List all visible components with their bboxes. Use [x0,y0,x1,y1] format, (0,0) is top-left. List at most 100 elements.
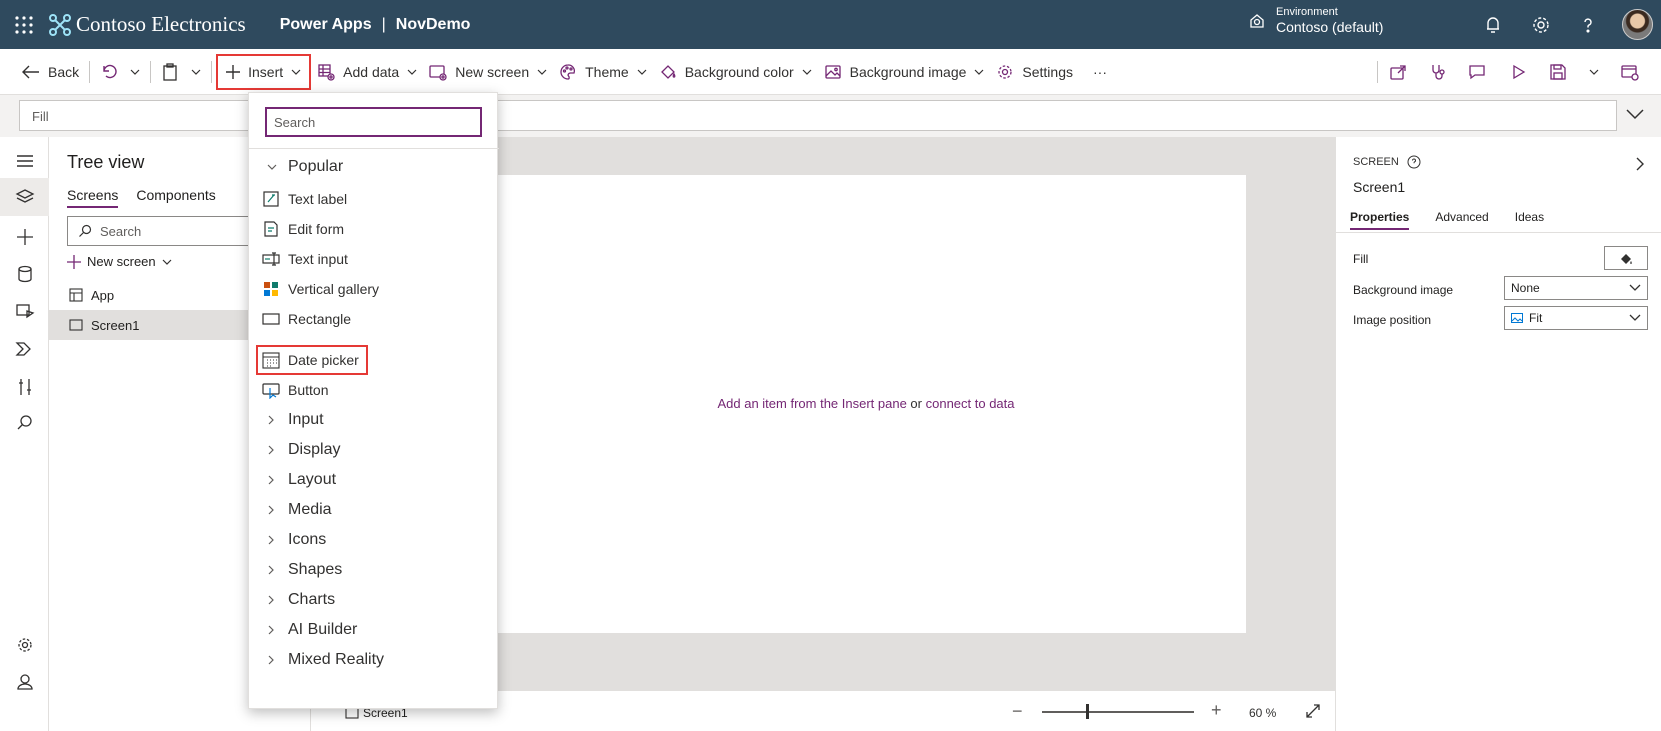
expand-formula-bar-icon[interactable] [1625,107,1645,121]
divider [89,60,91,83]
fill-label: Fill [1353,252,1369,266]
undo-button[interactable] [94,56,124,88]
control-name[interactable]: Screen1 [1353,179,1405,195]
layers-icon[interactable] [13,185,37,209]
tab-properties[interactable]: Properties [1350,210,1410,230]
insert-item-edit-form[interactable]: Edit form [249,214,499,244]
new-screen-label: New screen [455,63,530,80]
chevron-right-icon [268,445,274,455]
insert-item-text-label[interactable]: Text label [249,184,499,214]
category-shapes[interactable]: Shapes [249,555,499,585]
paste-dropdown[interactable] [185,56,207,88]
settings-gear-icon[interactable] [1528,12,1554,38]
save-dropdown[interactable] [1583,56,1605,88]
brand-logo[interactable]: Contoso Electronics [48,12,246,37]
insert-item-rectangle[interactable]: Rectangle [249,304,499,334]
publish-button[interactable] [1615,56,1645,88]
back-button[interactable]: Back [16,56,85,88]
category-popular[interactable]: Popular [249,152,499,182]
tree-new-screen-button[interactable]: New screen [67,254,172,269]
screen-artboard[interactable]: Add an item from the Insert pane or conn… [486,175,1246,633]
more-commands-button[interactable]: ··· [1087,56,1113,88]
insert-item-label: Vertical gallery [288,281,380,297]
connect-data-link[interactable]: connect to data [926,396,1015,411]
settings-button[interactable]: Settings [990,56,1079,88]
control-type: SCREEN [1353,156,1399,168]
hamburger-menu-icon[interactable] [13,149,37,173]
background-image-value: None [1511,281,1540,295]
user-avatar[interactable] [1622,9,1653,40]
insert-button[interactable]: Insert [216,53,312,90]
tab-components[interactable]: Components [136,187,215,208]
undo-icon [103,64,117,78]
app-checker-button[interactable] [1423,56,1453,88]
search-icon[interactable] [13,411,37,435]
power-automate-icon[interactable] [13,337,37,361]
background-image-label: Background image [849,63,967,80]
save-button[interactable] [1543,56,1573,88]
category-ai-builder[interactable]: AI Builder [249,615,499,645]
divider [249,148,499,149]
category-media[interactable]: Media [249,495,499,525]
insert-item-button[interactable]: Button [249,375,499,405]
category-icons[interactable]: Icons [249,525,499,555]
insert-plus-icon[interactable] [13,225,37,249]
zoom-out-button[interactable]: − [1012,701,1023,722]
insert-pane-link[interactable]: Add an item from the Insert pane [717,396,906,411]
tab-screens[interactable]: Screens [67,187,119,208]
app-file-name[interactable]: NovDemo [396,16,471,34]
preview-play-button[interactable] [1503,56,1533,88]
screen-icon [69,319,83,331]
new-screen-button[interactable]: New screen [423,56,553,88]
settings-gear-icon[interactable] [13,633,37,657]
button-pointer-icon [262,383,280,399]
tab-advanced[interactable]: Advanced [1435,210,1488,230]
undo-dropdown[interactable] [124,56,146,88]
add-data-button[interactable]: Add data [311,56,423,88]
help-question-icon[interactable] [1575,12,1601,38]
comment-icon [1469,64,1485,79]
notifications-bell-icon[interactable] [1480,12,1506,38]
app-header: Contoso Electronics Power Apps | NovDemo… [0,0,1661,49]
theme-button[interactable]: Theme [553,56,653,88]
plus-icon [67,254,81,269]
image-position-label: Image position [1353,313,1432,327]
virtual-agent-icon[interactable] [13,670,37,694]
fill-color-picker[interactable] [1604,246,1648,270]
category-display[interactable]: Display [249,435,499,465]
share-button[interactable] [1383,56,1413,88]
zoom-slider-track[interactable] [1042,711,1194,713]
fit-to-window-icon[interactable] [1305,703,1321,719]
insert-search-input[interactable]: Search [265,107,482,137]
tab-ideas[interactable]: Ideas [1515,210,1544,230]
category-label: Media [288,501,332,518]
help-circle-icon[interactable] [1407,155,1421,169]
category-layout[interactable]: Layout [249,465,499,495]
background-image-button[interactable]: Background image [818,56,991,88]
background-image-dropdown[interactable]: None [1504,276,1648,300]
environment-value: Contoso (default) [1276,19,1384,35]
paste-button[interactable] [155,56,185,88]
app-launcher-icon[interactable] [0,0,48,49]
comments-button[interactable] [1462,56,1492,88]
zoom-in-button[interactable]: + [1211,700,1222,721]
category-charts[interactable]: Charts [249,585,499,615]
settings-label: Settings [1022,63,1073,80]
media-icon[interactable] [13,299,37,323]
image-position-dropdown[interactable]: Fit [1504,306,1648,330]
chevron-right-icon[interactable] [1634,156,1646,172]
environment-picker[interactable]: Environment Contoso (default) [1248,6,1383,35]
advanced-tools-icon[interactable] [13,375,37,399]
data-cylinder-icon[interactable] [13,262,37,286]
calendar-icon [262,352,280,369]
category-mixed-reality[interactable]: Mixed Reality [249,645,499,675]
background-color-button[interactable]: Background color [653,56,818,88]
insert-item-date-picker[interactable]: Date picker [249,345,499,375]
chevron-down-icon [291,69,301,75]
insert-item-text-input[interactable]: Text input [249,244,499,274]
insert-item-vertical-gallery[interactable]: Vertical gallery [249,274,499,304]
category-input[interactable]: Input [249,405,499,435]
zoom-slider-thumb[interactable] [1086,704,1089,719]
insert-item-label: Button [288,382,329,398]
contoso-logo-icon [49,13,71,36]
